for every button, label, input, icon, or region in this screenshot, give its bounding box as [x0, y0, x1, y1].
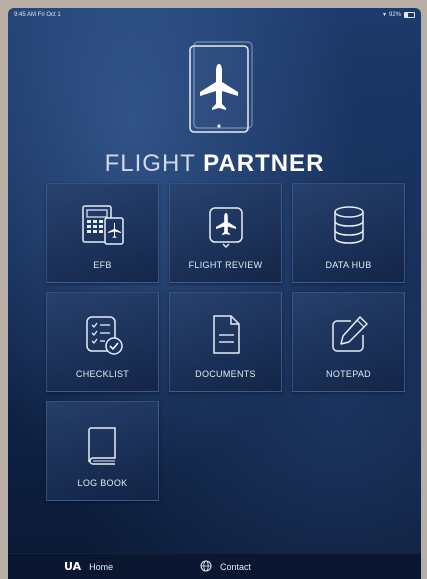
nav-contact[interactable]: Contact	[200, 554, 251, 579]
nav-home-label: Home	[89, 561, 114, 572]
book-icon	[47, 422, 158, 466]
app-screen: 9:45 AM Fri Oct 1 ▾ 92% FLIGHT PARTNER E…	[8, 8, 421, 579]
airplane-tablet-icon	[170, 204, 281, 248]
tile-flight-review-label: FLIGHT REVIEW	[188, 260, 263, 270]
status-time: 9:45 AM Fri Oct 1	[14, 12, 61, 18]
battery-icon	[404, 12, 415, 18]
notepad-pencil-icon	[293, 313, 404, 357]
tile-data-hub-label: DATA HUB	[325, 260, 372, 270]
tile-documents[interactable]: DOCUMENTS	[169, 292, 282, 392]
tile-log-book[interactable]: LOG BOOK	[46, 401, 159, 501]
wifi-icon: ▾	[382, 12, 386, 18]
app-logo	[188, 38, 254, 134]
ua-logo-icon: UA	[64, 560, 82, 573]
app-title-bold: PARTNER	[203, 150, 325, 177]
tile-documents-label: DOCUMENTS	[195, 369, 256, 379]
tile-notepad-label: NOTEPAD	[326, 369, 371, 379]
tile-data-hub[interactable]: DATA HUB	[292, 183, 405, 283]
document-icon	[170, 313, 281, 357]
globe-icon	[200, 560, 212, 574]
checklist-icon	[47, 313, 158, 357]
tile-efb-label: EFB	[93, 260, 112, 270]
tile-efb[interactable]: EFB	[46, 183, 159, 283]
database-icon	[293, 204, 404, 248]
tile-checklist-label: CHECKLIST	[75, 369, 130, 379]
status-bar: 9:45 AM Fri Oct 1 ▾ 92%	[8, 8, 421, 22]
battery-percent: 92%	[388, 12, 401, 18]
tile-log-book-label: LOG BOOK	[77, 478, 128, 488]
tile-checklist[interactable]: CHECKLIST	[46, 292, 159, 392]
bottom-nav-bar: UA Home Contact	[8, 553, 421, 579]
app-title: FLIGHT PARTNER	[8, 150, 421, 178]
app-title-light: FLIGHT	[104, 150, 196, 177]
nav-home[interactable]: UA Home	[64, 554, 113, 579]
nav-contact-label: Contact	[220, 561, 252, 572]
efb-icon	[47, 204, 158, 248]
status-right: ▾ 92%	[383, 8, 415, 22]
tablet-airplane-icon	[189, 41, 253, 133]
tile-flight-review[interactable]: FLIGHT REVIEW	[169, 183, 282, 283]
tile-notepad[interactable]: NOTEPAD	[292, 292, 405, 392]
